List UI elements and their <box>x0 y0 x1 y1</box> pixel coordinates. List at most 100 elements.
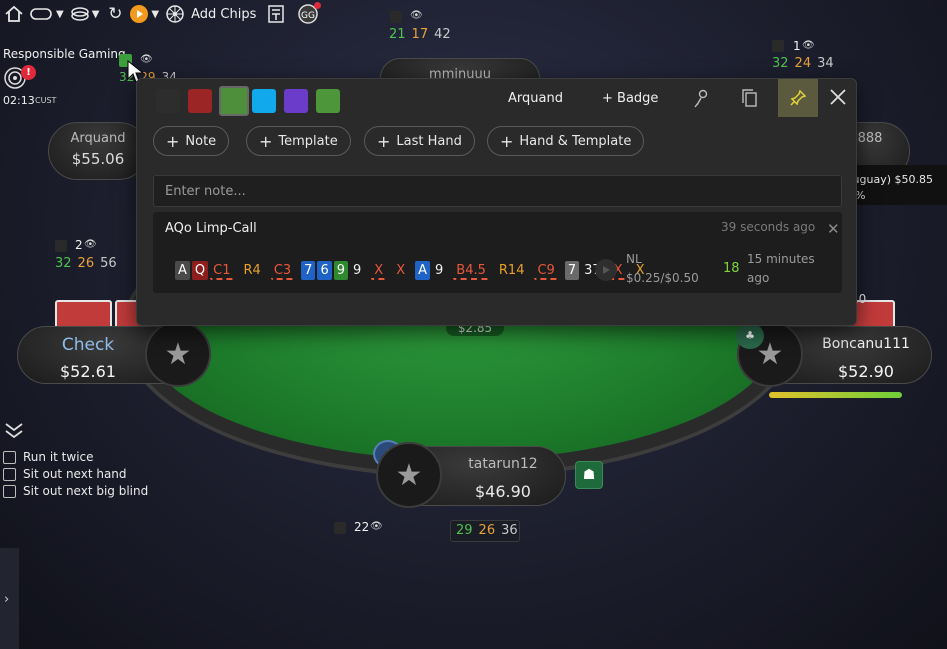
player-notes-popup: Arquand + Badge + Note + Template + Last Ha… <box>136 78 857 326</box>
eye-icon: 👁 <box>84 239 97 250</box>
seat-left-upper[interactable]: Arquand $55.06 <box>48 122 148 180</box>
hand-token: C3 <box>270 261 295 280</box>
note-input[interactable]: Enter note... <box>153 175 842 207</box>
player-stack: $46.90 <box>475 482 531 501</box>
add-badge-button[interactable]: + Badge <box>602 91 658 106</box>
hud-color-box[interactable] <box>390 11 402 23</box>
hud-color-box[interactable] <box>334 522 346 534</box>
hud-color-box[interactable] <box>55 240 67 252</box>
player-action: Check <box>61 335 115 355</box>
eye-icon: 👁 <box>370 521 383 532</box>
color-swatch-red[interactable] <box>188 89 212 113</box>
play-icon[interactable] <box>127 2 151 26</box>
hand-token: 6 <box>317 260 332 280</box>
home-icon[interactable] <box>2 2 26 26</box>
checkbox[interactable] <box>3 484 16 498</box>
player-name: Boncanu111 <box>822 336 910 352</box>
eye-icon: 👁 <box>410 10 423 21</box>
color-swatch-black[interactable] <box>156 89 180 113</box>
hud-color-box[interactable] <box>772 40 784 52</box>
color-swatch-purple[interactable] <box>284 89 308 113</box>
color-swatch-green-selected[interactable] <box>219 86 249 116</box>
close-icon[interactable] <box>829 88 847 110</box>
pin-button[interactable] <box>778 79 818 117</box>
responsible-gaming-link[interactable]: Responsible Gaming <box>3 47 126 61</box>
alert-badge-icon: ! <box>21 65 36 80</box>
add-note-button[interactable]: + Note <box>153 126 230 156</box>
add-hand-template-button[interactable]: + Hand & Template <box>487 126 645 156</box>
add-last-hand-button[interactable]: + Last Hand <box>364 126 475 156</box>
hand-token: C1 <box>210 261 234 280</box>
player-avatar[interactable]: ★ <box>376 442 442 508</box>
chevron-down-icon[interactable]: ▼ <box>151 9 159 20</box>
sit-out-bb-option[interactable]: Sit out next big blind <box>3 484 148 498</box>
player-search-icon[interactable] <box>692 88 712 112</box>
hud-stats-bottom: 29 26 36 <box>450 520 520 542</box>
player-name-label[interactable]: Arquand <box>508 91 563 106</box>
svg-text:GG: GG <box>301 11 315 21</box>
session-clock: 02:13 <box>3 94 35 107</box>
hand-token: 9 <box>353 262 362 278</box>
color-swatch-green[interactable] <box>316 89 340 113</box>
player-name: tatarun12 <box>468 456 538 472</box>
hud-stats-left-mid: 32 26 56 <box>55 256 117 271</box>
player-stack: $52.90 <box>838 362 894 381</box>
color-swatch-blue[interactable] <box>252 89 276 113</box>
hand-count: 18 <box>723 261 740 276</box>
hand-token: 9 <box>333 260 349 280</box>
notes-icon[interactable]: ☗ <box>575 461 603 489</box>
player-name: Arquand <box>70 131 126 146</box>
hand-token: X <box>396 262 406 278</box>
hand-token: C9 <box>534 261 558 280</box>
toggle-icon[interactable] <box>26 2 56 26</box>
refresh-icon[interactable]: ↻ <box>103 2 127 26</box>
hand-token: R4 <box>243 262 261 278</box>
hand-token: 7 <box>564 260 580 280</box>
hand-ago: 15 minutes ago <box>747 252 815 285</box>
player-stack: $52.61 <box>60 362 116 381</box>
hud-stats-top-center: 21 17 42 <box>389 27 451 42</box>
eye-icon: 👁 <box>802 40 815 51</box>
top-toolbar: ▼ ▼ ↻ ▼ Add Chips GG <box>0 0 365 28</box>
time-bank-bar <box>769 392 902 398</box>
player-stack: $55.06 <box>71 150 125 168</box>
game-info: NL $0.25/$0.50 <box>626 252 699 285</box>
checkbox[interactable] <box>3 467 16 481</box>
side-panel-toggle[interactable]: › <box>0 548 19 649</box>
hud-num-bottom: 22 <box>354 520 370 534</box>
chevron-down-icon[interactable]: ▼ <box>92 9 100 20</box>
hand-token: B4.5 <box>453 261 489 280</box>
note-card[interactable]: AQo Limp-Call 39 seconds ago ✕ A Q C1 R4 C3 7… <box>153 212 842 293</box>
hand-token: R14 <box>498 262 525 278</box>
hand-token: 9 <box>435 262 444 278</box>
hand-token: 7 <box>301 260 316 280</box>
add-template-button[interactable]: + Template <box>246 126 351 156</box>
run-it-twice-option[interactable]: Run it twice <box>3 450 94 464</box>
add-chips-button[interactable]: Add Chips <box>191 7 256 22</box>
note-title: AQo Limp-Call <box>165 221 257 236</box>
hud-num-right: 1 <box>793 39 801 53</box>
cust-label: CUST <box>35 96 57 105</box>
delete-note-icon[interactable]: ✕ <box>827 220 840 238</box>
hand-token: A <box>175 260 190 280</box>
hud-num-left: 2 <box>75 238 83 252</box>
cashier-icon[interactable] <box>264 2 288 26</box>
note-time: 39 seconds ago <box>721 220 816 234</box>
chevron-down-icon[interactable]: ▼ <box>56 9 64 20</box>
chips-icon: ♣ <box>736 323 764 349</box>
sit-out-hand-option[interactable]: Sit out next hand <box>3 467 127 481</box>
tables-icon[interactable] <box>68 2 92 26</box>
hand-token: A <box>415 260 431 280</box>
avatar-badge-icon[interactable]: GG <box>296 2 322 26</box>
hand-token: X <box>371 261 387 280</box>
checkbox[interactable] <box>3 450 16 464</box>
wheel-icon[interactable] <box>163 2 187 26</box>
copy-icon[interactable] <box>740 88 760 112</box>
hand-token: Q <box>191 260 209 280</box>
chevron-right-icon[interactable]: › <box>4 592 9 607</box>
pin-icon <box>790 89 807 106</box>
replay-icon[interactable] <box>595 259 617 281</box>
hand-history-tokens: A Q C1 R4 C3 7 6 9 9 X X A 9 B4.5 R14 C9 7 37 X X <box>175 259 654 281</box>
collapse-chevron-icon[interactable] <box>3 420 25 444</box>
player-avatar[interactable]: ★ <box>145 321 211 387</box>
